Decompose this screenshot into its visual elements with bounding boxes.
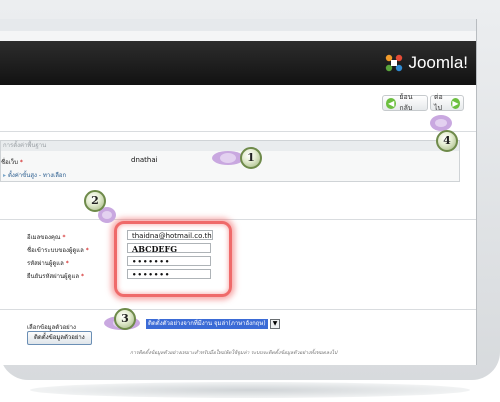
- site-name-label: ชื่อเว็บ *: [1, 159, 23, 166]
- password-input[interactable]: •••••••: [127, 256, 211, 266]
- joomla-logo-icon: [386, 54, 403, 72]
- logo-text: Joomla!: [408, 53, 468, 72]
- site-name-input[interactable]: dnathai: [127, 155, 211, 165]
- back-button-label: ย้อนกลับ: [399, 93, 413, 112]
- install-sample-data-button[interactable]: ติดตั้งข้อมูลตัวอย่าง: [27, 331, 92, 345]
- next-button[interactable]: ต่อไป ▶: [430, 93, 464, 112]
- confirm-password-label: ยืนยันรหัสผ่านผู้ดูแล *: [27, 273, 84, 280]
- confirm-password-input[interactable]: •••••••: [127, 269, 211, 279]
- callout-3: 3: [114, 308, 136, 330]
- email-label: อีเมลของคุณ *: [27, 234, 66, 241]
- device-shadow: [30, 382, 470, 398]
- browser-top-bar: [0, 19, 476, 31]
- sample-data-note: การติดตั้งข้อมูลตัวอย่างเหมาะสำหรับมือให…: [130, 350, 338, 356]
- callout-4: 4: [436, 130, 458, 152]
- screen: Joomla! ◀ ย้อนกลับ ต่อไป ▶ การตั้งค่าพื้…: [0, 19, 477, 365]
- app-header: Joomla!: [0, 41, 476, 85]
- username-label: ชื่อเข้าระบบของผู้ดูแล *: [27, 247, 89, 254]
- chevron-down-icon[interactable]: ▼: [270, 319, 280, 329]
- admin-account-section: อีเมลของคุณ * thaidna@hotmail.co.th ชื่อ…: [0, 219, 476, 310]
- toolbar: ◀ ย้อนกลับ ต่อไป ▶: [0, 85, 476, 131]
- username-input[interactable]: ABCDEFG: [127, 243, 211, 253]
- arrow-left-icon: ◀: [386, 97, 397, 109]
- back-button[interactable]: ◀ ย้อนกลับ: [382, 93, 428, 112]
- callout-2: 2: [84, 190, 106, 212]
- next-button-label: ต่อไป: [434, 93, 443, 112]
- sample-data-select[interactable]: ติดตั้งตัวอย่างจากที่มีงาน จุมล่า(ภาษาอั…: [146, 319, 268, 329]
- joomla-logo: Joomla!: [384, 52, 468, 74]
- arrow-right-icon: ▶: [450, 97, 460, 109]
- callout-1: 1: [240, 147, 262, 169]
- triangle-right-icon: ▸: [3, 172, 7, 179]
- password-label: รหัสผ่านผู้ดูแล *: [27, 260, 69, 267]
- advanced-settings-toggle[interactable]: ▸ ตั้งค่าขั้นสูง - ทางเลือก: [3, 170, 66, 180]
- email-input[interactable]: thaidna@hotmail.co.th: [127, 230, 213, 240]
